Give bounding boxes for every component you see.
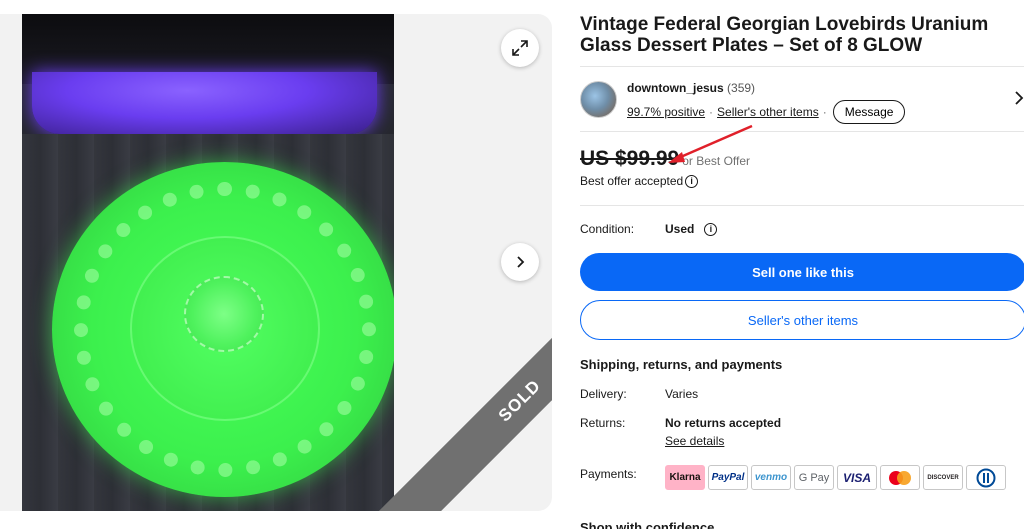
delivery-row: Delivery: Varies [580, 387, 698, 401]
visa-label: VISA [842, 470, 871, 485]
seller-avatar[interactable] [580, 81, 617, 118]
payments-label: Payments: [580, 467, 637, 481]
condition-info-icon[interactable]: i [704, 222, 718, 236]
sold-label: SOLD [494, 375, 545, 426]
klarna-badge: Klarna [665, 465, 705, 490]
info-icon[interactable]: i [685, 174, 699, 188]
paypal-label: PayPal [711, 472, 745, 483]
seller-name[interactable]: downtown_jesus [627, 81, 724, 95]
diners-club-icon [976, 468, 996, 487]
gpay-label: G Pay [798, 471, 830, 484]
delivery-label: Delivery: [580, 387, 627, 401]
expand-button[interactable] [501, 29, 539, 67]
mastercard-badge [880, 465, 920, 490]
listing-title: Vintage Federal Georgian Lovebirds Urani… [580, 14, 989, 56]
venmo-badge: venmo [751, 465, 791, 490]
discover-badge: DISCOVER [923, 465, 963, 490]
sell-one-label: Sell one like this [752, 264, 854, 280]
condition-value: Used [665, 222, 695, 236]
product-photo[interactable] [22, 14, 394, 511]
sell-one-like-this-button[interactable]: Sell one like this [580, 253, 1024, 291]
shipping-heading: Shipping, returns, and payments [580, 357, 783, 372]
see-details-link[interactable]: See details [665, 434, 781, 448]
plate-center-medallion [184, 276, 264, 352]
shop-with-confidence-heading: Shop with confidence [580, 520, 715, 529]
venmo-label: venmo [754, 472, 788, 483]
message-button[interactable]: Message [832, 100, 906, 124]
returns-value-block: No returns accepted See details [665, 416, 781, 448]
sellers-other-items-button[interactable]: Seller's other items [580, 300, 1024, 340]
delivery-value: Varies [665, 387, 699, 401]
seller-positive-link[interactable]: 99.7% positive [627, 105, 705, 119]
condition-label: Condition: [580, 222, 635, 236]
listing-panel: Vintage Federal Georgian Lovebirds Urani… [580, 14, 1024, 529]
seller-chevron-icon[interactable] [1014, 91, 1024, 110]
paypal-badge: PayPal [708, 465, 748, 490]
seller-card: downtown_jesus (359) 99.7% positive · Se… [580, 66, 1024, 132]
sold-banner: SOLD [377, 258, 552, 511]
image-gallery: SOLD [0, 14, 552, 511]
payment-methods: Klarna PayPal venmo G Pay VISA DISCOVER [665, 465, 1006, 490]
seller-feedback-count: (359) [727, 81, 756, 95]
seller-name-row: downtown_jesus (359) [627, 81, 755, 95]
gpay-badge: G Pay [794, 465, 834, 490]
discover-label: DISCOVER [927, 474, 959, 481]
offer-status: Best offer accepted [580, 174, 684, 188]
diners-badge [966, 465, 1006, 490]
next-image-button[interactable] [501, 243, 539, 281]
seller-other-items-link[interactable]: Seller's other items [717, 105, 819, 119]
expand-icon [512, 40, 528, 56]
uv-light [32, 72, 377, 134]
separator-dot: · [709, 105, 714, 119]
seller-links: 99.7% positive · Seller's other items · … [627, 100, 906, 124]
offer-status-row: Best offer accepted i [580, 174, 699, 188]
divider [580, 205, 1024, 206]
sellers-other-items-label: Seller's other items [747, 312, 859, 328]
returns-row: Returns: No returns accepted See details [580, 416, 781, 448]
returns-label: Returns: [580, 416, 626, 430]
mastercard-icon [889, 470, 911, 485]
condition-row: Condition: Used i [580, 222, 718, 236]
annotation-arrow [668, 124, 753, 163]
separator-dot: · [822, 105, 827, 119]
chevron-right-icon [517, 256, 525, 268]
payments-row: Payments: [580, 467, 665, 481]
returns-value: No returns accepted [665, 416, 782, 430]
visa-badge: VISA [837, 465, 877, 490]
klarna-label: Klarna [669, 472, 701, 483]
